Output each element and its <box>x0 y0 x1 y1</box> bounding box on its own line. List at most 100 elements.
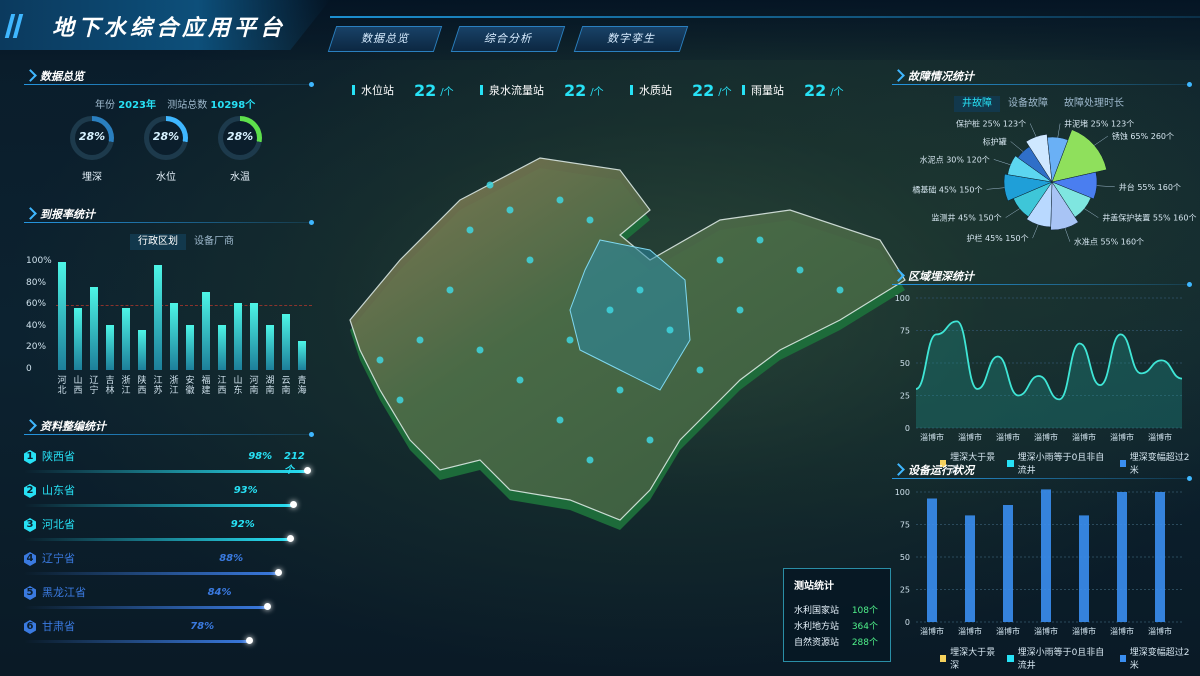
stat-name: 泉水流量站 <box>489 84 544 97</box>
tab-vendor[interactable]: 设备厂商 <box>186 234 242 250</box>
station-box-title: 测站统计 <box>794 581 834 592</box>
stat-chip: 泉水流量站 22/个 <box>480 80 604 100</box>
province-name: 山东省 <box>42 484 75 497</box>
legend-label: 埋深小雨等于0且非自流井 <box>1017 648 1105 671</box>
x-tick-label: 浙 江 <box>121 376 131 396</box>
bar <box>122 308 130 370</box>
tab-administrative[interactable]: 行政区划 <box>130 234 186 250</box>
depth-divider <box>892 282 1192 287</box>
rank-badge: 4 <box>24 552 36 566</box>
nav-digital-twin[interactable]: 数字孪生 <box>573 26 689 52</box>
stat-chip: 水质站 22/个 <box>630 80 732 100</box>
legend-item: 埋深大于景深 <box>940 645 997 671</box>
logo-icon <box>4 14 24 38</box>
list-item[interactable]: 1 陕西省 98% 212个 <box>24 450 314 480</box>
nav-data-overview[interactable]: 数据总览 <box>327 26 443 52</box>
x-tick-label: 淄博市 <box>996 626 1020 636</box>
x-tick-label: 淄博市 <box>1110 626 1134 636</box>
station-row-value: 288个 <box>851 638 878 648</box>
bar <box>1041 489 1051 622</box>
bar <box>250 303 258 370</box>
x-tick-label: 河 南 <box>249 376 259 396</box>
station-row-label: 水利国家站 <box>794 606 840 616</box>
y-tick-label: 50 <box>900 553 910 562</box>
total-label: 测站总数 <box>167 100 208 111</box>
province-pct: 78% <box>190 621 215 632</box>
stat-marker <box>742 85 745 95</box>
progress-dot <box>275 569 283 576</box>
province-name: 甘肃省 <box>42 620 75 633</box>
pie-leader-line <box>986 187 1005 190</box>
x-tick-label: 山 西 <box>73 376 83 396</box>
x-tick-label: 淄博市 <box>1034 626 1058 636</box>
legend-label: 埋深变幅超过2米 <box>1129 453 1190 476</box>
station-row: 水利国家站 108个 <box>794 603 884 616</box>
tab-well-fault[interactable]: 井故障 <box>954 96 1000 112</box>
stat-unit: /个 <box>718 86 732 98</box>
y-tick-label: 80% <box>26 277 47 288</box>
y-tick-label: 100 <box>895 294 910 303</box>
list-item[interactable]: 4 辽宁省 88% <box>24 552 314 582</box>
stat-value: 22 <box>564 80 587 100</box>
pie-label: 井台 55% 160个 <box>1119 182 1181 192</box>
x-tick-label: 安 徽 <box>185 376 195 396</box>
pie-leader-line <box>1005 208 1020 218</box>
list-item[interactable]: 5 黑龙江省 84% <box>24 586 314 616</box>
progress-track <box>24 640 251 643</box>
tab-fault-duration[interactable]: 故障处理时长 <box>1056 96 1132 112</box>
progress-ring-label: 水温 <box>230 172 250 183</box>
pie-label: 橘基础 45% 150个 <box>912 184 982 194</box>
bar <box>138 330 146 370</box>
progress-ring-value: 28% <box>78 130 106 143</box>
faults-tabs: 井故障 设备故障 故障处理时长 <box>954 96 1132 112</box>
report-rate-title: 到报率统计 <box>24 206 95 221</box>
device-bar-chart: 100 75 50 25 0 淄博市 淄博市 淄博市 淄博市 淄博市 淄博市 淄博市 <box>895 488 1182 636</box>
pie-leader-line <box>1057 123 1061 138</box>
list-item[interactable]: 2 山东省 93% <box>24 484 314 514</box>
stat-name: 水质站 <box>639 84 672 97</box>
x-tick-label: 福 建 <box>201 376 211 396</box>
bar <box>927 498 937 622</box>
x-tick-label: 淄博市 <box>1110 432 1134 442</box>
x-tick-label: 淄博市 <box>1148 626 1172 636</box>
y-tick-label: 75 <box>900 327 910 336</box>
province-name: 陕西省 <box>42 450 75 463</box>
pie-leader-line <box>1029 123 1037 137</box>
station-row-label: 水利地方站 <box>794 622 840 632</box>
nav-comprehensive-analysis[interactable]: 综合分析 <box>450 26 566 52</box>
overview-divider <box>24 82 314 87</box>
bar <box>170 303 178 370</box>
legend-item: 埋深小雨等于0且非自流井 <box>1007 450 1109 476</box>
nav-label: 数据总览 <box>361 32 409 45</box>
pie-label: 护栏 45% 150个 <box>966 233 1028 243</box>
stat-chip: 水位站 22/个 <box>352 80 454 100</box>
overview-title: 数据总览 <box>24 68 84 83</box>
list-item[interactable]: 6 甘肃省 78% <box>24 620 314 650</box>
pie-label: 井盖保护装置 55% 160个 <box>1102 213 1196 223</box>
stat-chip: 雨量站 22/个 <box>742 80 844 100</box>
legend-item: 埋深小雨等于0且非自流井 <box>1007 645 1109 671</box>
station-stats-box: 测站统计 水利国家站 108个 水利地方站 364个 自然资源站 288个 <box>783 568 891 662</box>
bar <box>234 303 242 370</box>
province-map[interactable] <box>320 140 920 540</box>
depth-legend: 埋深大于景深 埋深小雨等于0且非自流井 埋深变幅超过2米 <box>940 450 1200 476</box>
province-pct: 92% <box>230 519 255 530</box>
app-title: 地下水综合应用平台 <box>52 16 287 41</box>
stat-value: 22 <box>414 80 437 100</box>
progress-dot <box>289 501 297 508</box>
province-pct: 88% <box>219 553 244 564</box>
bar <box>1079 515 1089 622</box>
progress-track <box>24 470 309 473</box>
bar <box>186 324 194 370</box>
bar <box>90 286 98 370</box>
tab-device-fault[interactable]: 设备故障 <box>1000 96 1056 112</box>
bar <box>282 313 290 370</box>
list-item[interactable]: 3 河北省 92% <box>24 518 314 548</box>
device-divider <box>892 476 1192 481</box>
x-tick-label: 淄博市 <box>958 626 982 636</box>
stat-unit: /个 <box>590 86 604 98</box>
bar <box>1155 492 1165 622</box>
x-tick-label: 淄博市 <box>1148 432 1172 442</box>
x-tick-label: 江 西 <box>217 376 227 396</box>
province-pct: 93% <box>233 485 258 496</box>
